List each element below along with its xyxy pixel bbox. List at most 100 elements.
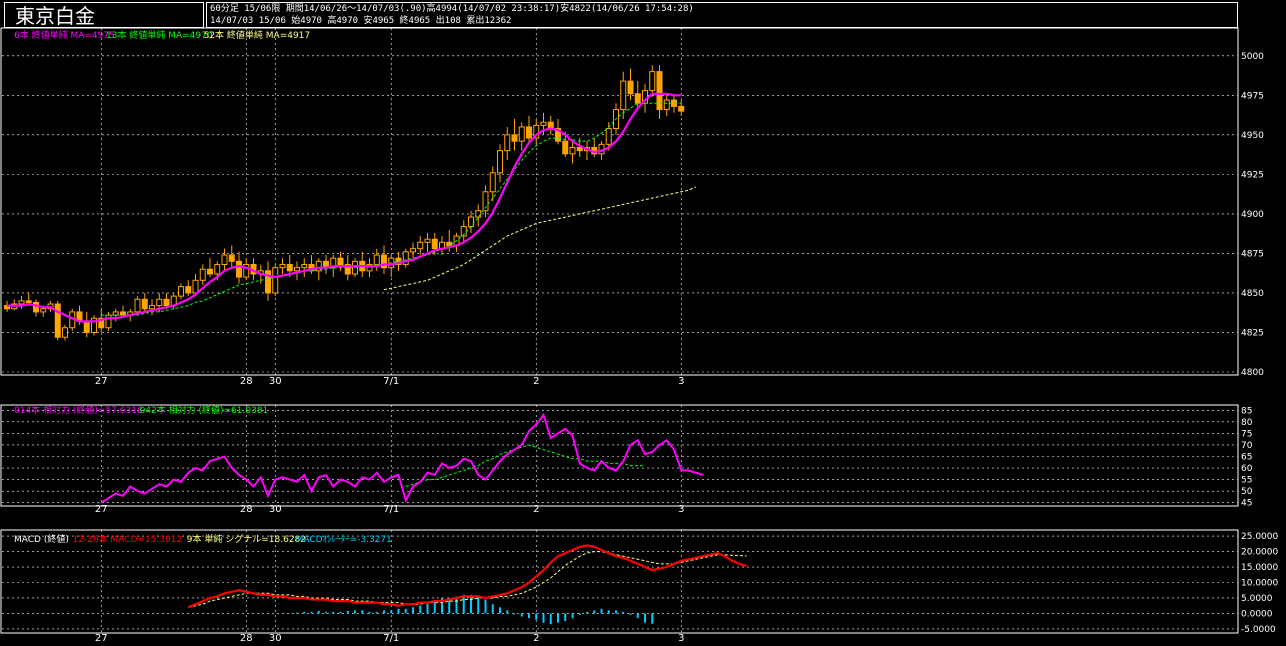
legend-item: 014本 相対力 (終値)=57.6318 — [14, 404, 143, 416]
candle-body — [475, 210, 482, 218]
candle-body — [18, 300, 25, 305]
osc-bar — [571, 613, 574, 619]
x-tick-label: 3 — [678, 376, 684, 387]
candle-body — [163, 298, 170, 307]
y-tick-label: 4850 — [1241, 289, 1264, 299]
y-tick-label: 85 — [1241, 406, 1252, 416]
candle-body — [497, 150, 503, 174]
chart-canvas: 48004825485048754900492549504975500027 28… — [0, 27, 1278, 644]
candle-body — [141, 298, 148, 310]
candle-body — [431, 238, 438, 250]
candle-body — [569, 147, 576, 155]
legend-item: 12-26本 MACD=15.3012 — [72, 533, 182, 545]
y-tick-label: 55 — [1241, 476, 1252, 486]
x-tick-label: 2 — [533, 504, 539, 515]
osc-bar — [499, 607, 501, 614]
candle-body — [620, 80, 627, 111]
candle-body — [228, 254, 235, 262]
candle-body — [605, 128, 612, 145]
y-tick-label: 50 — [1241, 487, 1253, 497]
candle-body — [540, 121, 547, 126]
candle-body — [649, 71, 656, 92]
legend-item: 52本 終値単純 MA=4917 — [204, 29, 311, 41]
candle-body — [54, 303, 61, 338]
candle-body — [634, 93, 641, 104]
candle-body — [149, 305, 155, 310]
osc-bar — [578, 613, 581, 615]
osc-bar — [470, 594, 472, 614]
osc-bar — [354, 610, 356, 614]
candle-body — [504, 134, 511, 152]
legend-item: MACD (終値) — [14, 533, 69, 545]
y-tick-label: 25.0000 — [1241, 532, 1278, 542]
candle-body — [301, 263, 308, 269]
candle-body — [279, 263, 286, 269]
legend-item: 13本 終値単純 MA=4970 — [106, 29, 213, 41]
x-tick-label: 27 — [95, 376, 108, 387]
legend-item: MACDｵｼﾚｰﾀｰ=-3.3271 — [296, 534, 392, 545]
candle-body — [562, 140, 569, 155]
candle-body — [663, 99, 670, 111]
y-tick-label: 4875 — [1241, 249, 1264, 259]
candle-body — [410, 248, 416, 253]
candle-body — [511, 134, 518, 142]
candle-body — [62, 327, 68, 338]
y-tick-label: -5.0000 — [1241, 625, 1276, 635]
legend-item: 042本 相対力 (終値)=61.0381 — [140, 404, 269, 416]
y-tick-label: 4925 — [1241, 170, 1264, 180]
candle-body — [286, 263, 293, 272]
x-tick-label: 3 — [678, 504, 684, 515]
osc-bar — [535, 613, 538, 620]
osc-bar — [644, 613, 646, 623]
candle-body — [214, 263, 221, 275]
candle-body — [489, 172, 496, 193]
candle-body — [272, 267, 279, 294]
candle-body — [526, 126, 532, 139]
y-tick-label: 4975 — [1241, 91, 1264, 101]
x-tick-label: 30 — [269, 376, 282, 387]
osc-bar — [484, 599, 487, 614]
candle-body — [33, 301, 39, 313]
osc-bar — [325, 611, 327, 614]
candle-body — [207, 268, 213, 275]
osc-bar — [586, 611, 588, 614]
y-tick-label: 5.0000 — [1241, 594, 1273, 604]
osc-bar — [390, 610, 393, 614]
osc-bar — [513, 613, 516, 615]
candle-body — [576, 147, 583, 152]
osc-bar — [549, 613, 552, 625]
x-tick-label: 7/1 — [383, 633, 399, 644]
x-tick-label: 3 — [678, 633, 684, 644]
y-tick-label: 80 — [1241, 418, 1253, 428]
candle-body — [134, 298, 141, 313]
ma6-line — [7, 92, 682, 323]
y-tick-label: 65 — [1241, 453, 1252, 463]
x-tick-label: 27 — [95, 633, 108, 644]
osc-bar — [419, 605, 422, 614]
osc-bar — [303, 611, 306, 614]
y-tick-label: 0.0000 — [1241, 609, 1273, 619]
candle-body — [294, 267, 300, 272]
x-tick-label: 30 — [269, 633, 282, 644]
y-tick-label: 75 — [1241, 429, 1252, 439]
osc-bar — [622, 611, 625, 614]
x-tick-label: 28 — [240, 376, 253, 387]
y-tick-label: 4950 — [1241, 131, 1264, 141]
osc-bar — [383, 610, 385, 614]
osc-bar — [426, 602, 429, 614]
candle-body — [156, 298, 163, 307]
panel-frame-0 — [0, 27, 1239, 376]
x-tick-label: 7/1 — [383, 376, 399, 387]
y-tick-label: 4800 — [1241, 368, 1264, 378]
osc-bar — [296, 612, 298, 614]
osc-bar — [600, 608, 603, 614]
candle-body — [518, 126, 525, 142]
y-tick-label: 20.0000 — [1241, 548, 1278, 558]
candle-body — [199, 268, 206, 281]
y-tick-label: 60 — [1241, 464, 1253, 474]
candle-body — [678, 105, 685, 112]
candle-body — [417, 241, 424, 250]
candle-body — [25, 300, 32, 303]
y-tick-label: 15.0000 — [1241, 563, 1278, 573]
ma52-line — [383, 186, 697, 291]
